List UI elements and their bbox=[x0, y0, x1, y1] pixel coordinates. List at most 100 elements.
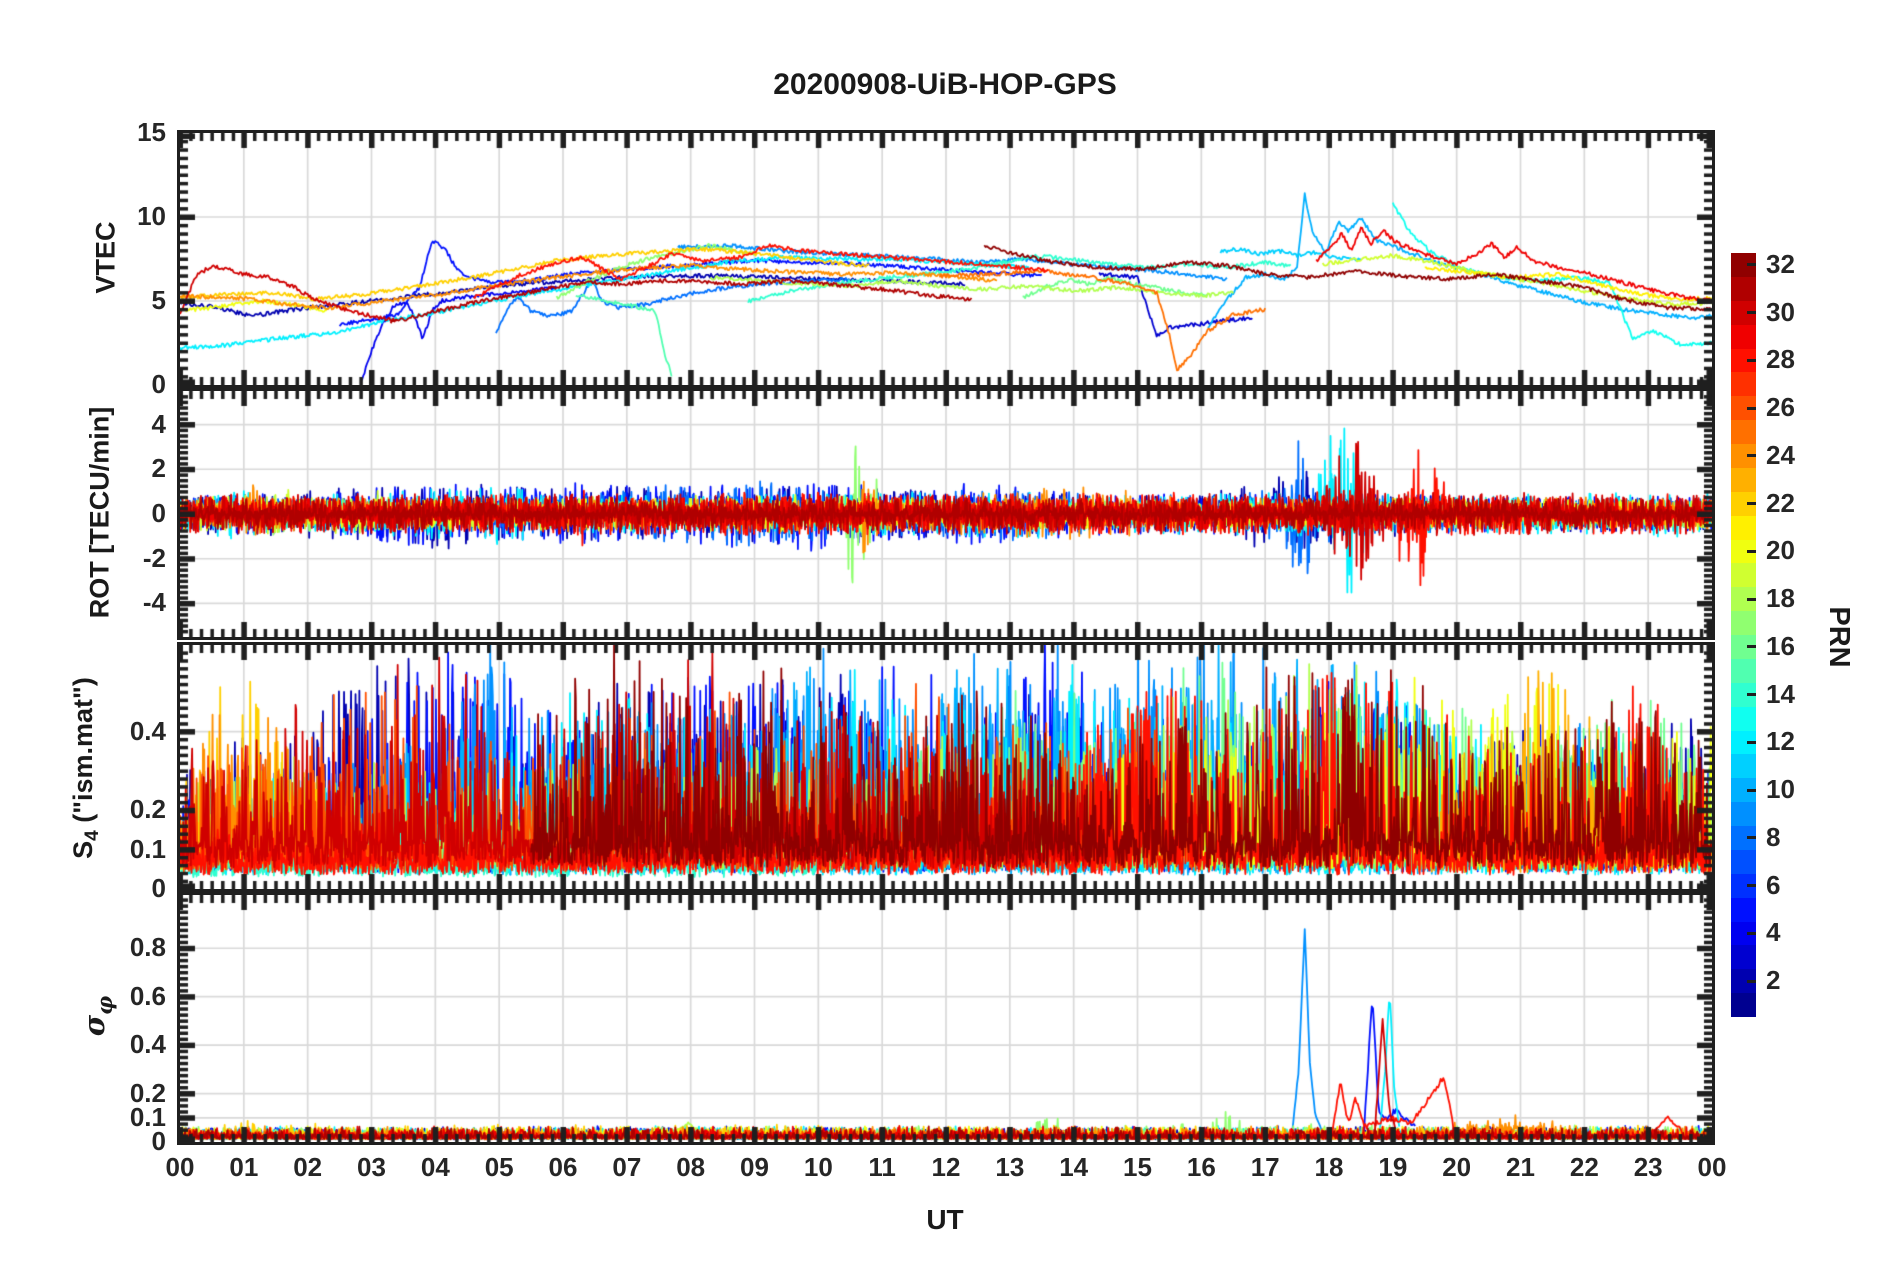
rot-plot-canvas bbox=[180, 391, 1712, 637]
panel-s4 bbox=[177, 642, 1715, 892]
x-tick-label: 03 bbox=[357, 1152, 386, 1182]
colorbar-tick-mark bbox=[1747, 979, 1756, 983]
chart-title: 20200908-UiB-HOP-GPS bbox=[773, 68, 1117, 101]
y-tick-label: 0.1 bbox=[129, 833, 166, 864]
y-tick-label: 0 bbox=[151, 873, 166, 903]
colorbar-band bbox=[1731, 658, 1756, 683]
x-tick-label: 00 bbox=[165, 1152, 195, 1182]
sigma-phi-plot-canvas bbox=[180, 895, 1712, 1142]
x-tick-label: 16 bbox=[1186, 1152, 1216, 1182]
panel-rot bbox=[177, 388, 1715, 640]
colorbar-tick-mark bbox=[1747, 406, 1756, 410]
x-tick-label: 18 bbox=[1314, 1152, 1344, 1182]
y-axis-label-vtec: VTEC bbox=[91, 148, 122, 368]
colorbar-tick-mark bbox=[1747, 263, 1756, 267]
colorbar-tick-label: 22 bbox=[1766, 487, 1795, 518]
colorbar-band bbox=[1731, 754, 1756, 779]
x-tick-label: 08 bbox=[676, 1152, 706, 1182]
colorbar bbox=[1731, 253, 1756, 1017]
colorbar-tick-label: 20 bbox=[1766, 535, 1795, 566]
x-tick-label: 22 bbox=[1569, 1152, 1599, 1182]
x-tick-label: 15 bbox=[1123, 1152, 1152, 1182]
x-tick-label: 01 bbox=[229, 1152, 259, 1182]
colorbar-tick-mark bbox=[1747, 597, 1756, 601]
y-tick-label: -2 bbox=[142, 542, 166, 573]
y-tick-label: 10 bbox=[137, 201, 166, 231]
x-tick-label: 14 bbox=[1059, 1152, 1089, 1182]
colorbar-tick-mark bbox=[1747, 645, 1756, 649]
y-tick-label: -4 bbox=[142, 587, 166, 618]
x-tick-label: 17 bbox=[1250, 1152, 1280, 1182]
colorbar-tick-mark bbox=[1747, 836, 1756, 840]
x-tick-label: 07 bbox=[612, 1152, 642, 1182]
vtec-plot-canvas bbox=[180, 133, 1712, 385]
y-tick-label: 0.8 bbox=[129, 932, 166, 963]
panel-sigma-phi bbox=[177, 892, 1715, 1145]
colorbar-tick-label: 28 bbox=[1766, 344, 1795, 375]
y-tick-label: 0.4 bbox=[129, 1029, 166, 1060]
colorbar-tick-mark bbox=[1747, 549, 1756, 553]
x-tick-label: 10 bbox=[803, 1152, 833, 1182]
x-tick-label: 02 bbox=[293, 1152, 323, 1182]
colorbar-tick-label: 30 bbox=[1766, 296, 1795, 327]
y-tick-label: 4 bbox=[151, 408, 166, 439]
colorbar-band bbox=[1731, 467, 1756, 492]
colorbar-tick-label: 18 bbox=[1766, 583, 1795, 614]
colorbar-band bbox=[1731, 372, 1756, 397]
y-tick-label: 0.2 bbox=[129, 794, 166, 825]
colorbar-tick-label: 16 bbox=[1766, 630, 1795, 661]
colorbar-tick-label: 10 bbox=[1766, 774, 1795, 805]
x-tick-label: 04 bbox=[420, 1152, 450, 1182]
colorbar-tick-label: 2 bbox=[1766, 965, 1781, 996]
x-tick-label: 12 bbox=[931, 1152, 961, 1182]
colorbar-band bbox=[1731, 515, 1756, 540]
colorbar-band bbox=[1731, 802, 1756, 826]
colorbar-band bbox=[1731, 324, 1756, 349]
colorbar-tick-mark bbox=[1747, 693, 1756, 697]
y-tick-label: 0 bbox=[151, 498, 166, 528]
colorbar-tick-label: 8 bbox=[1766, 821, 1781, 852]
colorbar-tick-mark bbox=[1747, 311, 1756, 315]
panel-vtec bbox=[177, 130, 1715, 388]
y-tick-label: 0.4 bbox=[129, 715, 166, 746]
colorbar-band bbox=[1731, 420, 1756, 444]
y-tick-label: 2 bbox=[151, 453, 166, 484]
colorbar-tick-mark bbox=[1747, 788, 1756, 792]
colorbar-tick-label: 12 bbox=[1766, 726, 1795, 757]
y-tick-label: 0.6 bbox=[129, 980, 166, 1011]
colorbar-tick-label: 6 bbox=[1766, 869, 1781, 900]
colorbar-tick-mark bbox=[1747, 502, 1756, 506]
colorbar-tick-mark bbox=[1747, 740, 1756, 744]
y-tick-label: 15 bbox=[137, 117, 166, 147]
colorbar-band bbox=[1731, 849, 1756, 874]
colorbar-band bbox=[1731, 563, 1756, 588]
colorbar-tick-label: 32 bbox=[1766, 248, 1795, 279]
colorbar-band bbox=[1731, 993, 1756, 1017]
figure: 20200908-UiB-HOP-GPS VTEC ROT [TECU/min]… bbox=[0, 0, 1902, 1272]
x-tick-label: 09 bbox=[740, 1152, 769, 1182]
x-tick-label: 11 bbox=[868, 1152, 896, 1182]
x-tick-label: 13 bbox=[995, 1152, 1025, 1182]
x-tick-label: 21 bbox=[1506, 1152, 1535, 1182]
x-axis-label: UT bbox=[926, 1204, 964, 1235]
y-tick-label: 0.2 bbox=[129, 1077, 166, 1108]
colorbar-tick-mark bbox=[1747, 454, 1756, 458]
y-tick-label: 5 bbox=[151, 285, 166, 315]
colorbar-tick-mark bbox=[1747, 931, 1756, 935]
x-tick-label: 05 bbox=[484, 1152, 514, 1182]
y-tick-label: 0 bbox=[151, 369, 166, 399]
x-tick-label: 19 bbox=[1378, 1152, 1408, 1182]
colorbar-tick-mark bbox=[1747, 358, 1756, 362]
colorbar-band bbox=[1731, 276, 1756, 301]
colorbar-band bbox=[1731, 611, 1756, 635]
x-tick-label: 20 bbox=[1442, 1152, 1472, 1182]
y-axis-label-vtec-text: VTEC bbox=[90, 221, 121, 294]
colorbar-tick-label: 24 bbox=[1766, 439, 1795, 470]
colorbar-band bbox=[1731, 706, 1756, 731]
x-tick-label: 23 bbox=[1633, 1152, 1663, 1182]
colorbar-tick-label: 14 bbox=[1766, 678, 1795, 709]
x-tick-label: 06 bbox=[548, 1152, 578, 1182]
colorbar-band bbox=[1731, 945, 1756, 970]
colorbar-tick-label: 4 bbox=[1766, 917, 1781, 948]
colorbar-tick-mark bbox=[1747, 884, 1756, 888]
